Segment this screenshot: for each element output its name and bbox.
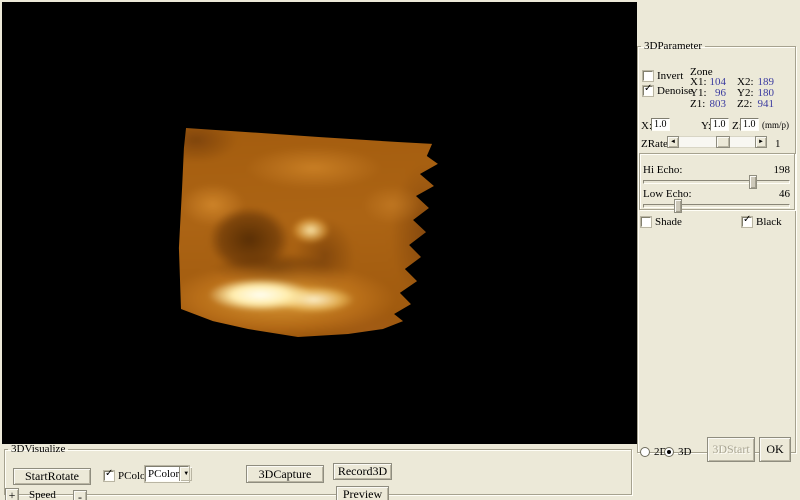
pcolor-select[interactable]: PColor ▼ <box>145 466 189 482</box>
denoise-checkbox-box: ✓ <box>643 86 653 96</box>
speed-label: Speed <box>29 489 56 500</box>
zone-z1-value: 803 <box>700 98 726 110</box>
z-scale-input[interactable] <box>740 118 759 131</box>
ultrasound-volume <box>176 125 440 340</box>
hi-echo-slider[interactable] <box>643 180 790 184</box>
pcolor-select-value: PColor <box>146 468 179 480</box>
zone-z2-value: 941 <box>744 98 774 110</box>
visualize-group: 3DVisualize StartRotate + Speed - ✓ PCol… <box>4 443 632 495</box>
check-icon: ✓ <box>644 84 652 94</box>
low-echo-value: 46 <box>779 188 790 200</box>
start-3d-button[interactable]: 3DStart <box>707 437 755 462</box>
pcolor-checkbox-box: ✓ <box>104 471 114 481</box>
scale-unit-label: (mm/p) <box>762 120 789 130</box>
shade-label: Shade <box>655 216 682 228</box>
record-3d-button[interactable]: Record3D <box>333 463 392 480</box>
zrate-scrollbar-thumb[interactable] <box>716 136 730 148</box>
zrate-value: 1 <box>775 138 781 150</box>
denoise-label: Denoise <box>657 85 693 97</box>
pcolor-checkbox[interactable]: ✓ PColor <box>104 470 149 482</box>
start-rotate-button[interactable]: StartRotate <box>13 468 91 485</box>
scroll-left-arrow-icon[interactable]: ◄ <box>667 136 679 148</box>
invert-checkbox-box: ✓ <box>643 71 653 81</box>
preview-button[interactable]: Preview <box>336 486 389 500</box>
dropdown-arrow-icon[interactable]: ▼ <box>179 467 192 481</box>
visualize-group-title: 3DVisualize <box>8 443 68 455</box>
capture-3d-button[interactable]: 3DCapture <box>246 465 324 483</box>
hi-echo-label: Hi Echo: <box>643 164 682 176</box>
speed-plus-button[interactable]: + <box>5 488 19 500</box>
invert-label: Invert <box>657 70 683 82</box>
black-checkbox[interactable]: ✓ Black <box>742 216 782 228</box>
low-echo-slider[interactable] <box>643 204 790 208</box>
denoise-checkbox[interactable]: ✓ Denoise <box>643 85 693 97</box>
mode-3d-label: 3D <box>678 446 691 458</box>
mode-2d-radio-circle <box>640 447 650 457</box>
check-icon: ✓ <box>743 215 751 225</box>
black-checkbox-box: ✓ <box>742 217 752 227</box>
speed-minus-button[interactable]: - <box>73 490 87 500</box>
hi-echo-value: 198 <box>774 164 791 176</box>
parameter-group-title: 3DParameter <box>641 40 705 52</box>
mode-3d-radio-circle <box>664 447 674 457</box>
zrate-label: ZRate <box>641 138 668 150</box>
ok-button[interactable]: OK <box>759 437 791 462</box>
black-label: Black <box>756 216 782 228</box>
scroll-right-arrow-icon[interactable]: ► <box>755 136 767 148</box>
mode-3d-radio[interactable]: 3D <box>664 446 691 458</box>
y-scale-input[interactable] <box>710 118 729 131</box>
ultrasound-volume-paint <box>168 117 448 348</box>
hi-echo-slider-thumb[interactable] <box>749 175 757 189</box>
zrate-scrollbar-track[interactable] <box>679 136 755 148</box>
zrate-scrollbar[interactable]: ◄ ► <box>667 136 767 148</box>
shade-checkbox-box: ✓ <box>641 217 651 227</box>
radio-dot <box>667 450 671 454</box>
low-echo-slider-thumb[interactable] <box>674 199 682 213</box>
echo-group: Hi Echo: 198 Low Echo: 46 <box>639 153 795 210</box>
render-viewport[interactable] <box>2 2 637 444</box>
parameter-group: 3DParameter ✓ Invert ✓ Denoise Zone X1: … <box>637 40 796 453</box>
shade-checkbox[interactable]: ✓ Shade <box>641 216 682 228</box>
low-echo-label: Low Echo: <box>643 188 692 200</box>
invert-checkbox[interactable]: ✓ Invert <box>643 70 683 82</box>
check-icon: ✓ <box>105 469 113 479</box>
x-scale-input[interactable] <box>651 118 670 131</box>
